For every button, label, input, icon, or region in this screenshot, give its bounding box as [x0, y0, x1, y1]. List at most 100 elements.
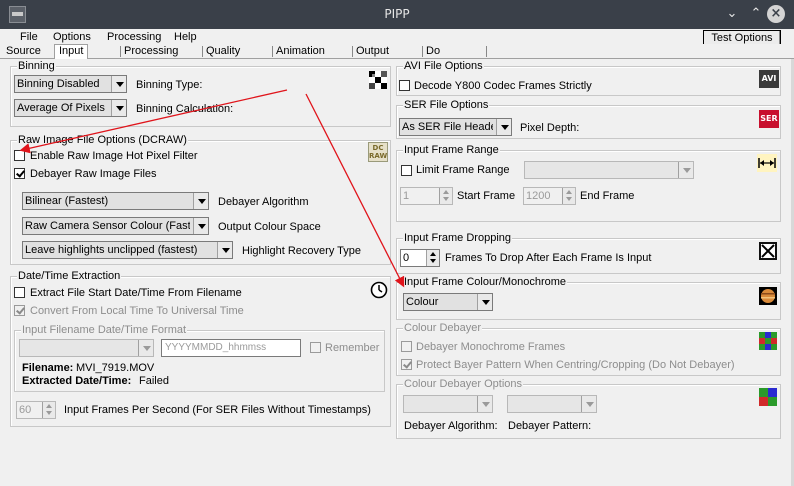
debayer-pattern-select[interactable]	[507, 395, 597, 413]
limit-frame-range-checkbox[interactable]	[401, 165, 412, 176]
remember-label: Remember	[325, 342, 380, 354]
frames-to-drop-label: Frames To Drop After Each Frame Is Input	[445, 252, 652, 264]
debayer-mono-checkbox[interactable]	[401, 341, 412, 352]
frame-range-icon	[757, 154, 777, 172]
frame-dropping-icon	[759, 242, 777, 260]
binning-type-select[interactable]: Binning Disabled	[14, 75, 127, 93]
highlight-recovery-value: Leave highlights unclipped (fastest)	[25, 244, 198, 256]
avi-icon: AVI	[759, 70, 779, 88]
extract-datetime-label: Extract File Start Date/Time From Filena…	[30, 287, 242, 299]
avi-title: AVI File Options	[403, 60, 484, 72]
chevron-down-icon	[217, 242, 232, 258]
chevron-down-icon	[138, 340, 153, 356]
tab-output[interactable]: Output	[351, 45, 389, 57]
filename-format-select[interactable]	[19, 339, 154, 357]
ser-title: SER File Options	[403, 99, 490, 111]
tab-source[interactable]: Source	[6, 45, 41, 57]
title-bar: PIPP ⌄ ⌃ ×	[0, 0, 794, 29]
binning-type-label: Binning Type:	[136, 79, 203, 91]
highlight-recovery-select[interactable]: Leave highlights unclipped (fastest)	[22, 241, 233, 259]
colour-mono-value: Colour	[406, 296, 439, 308]
limit-frame-range-label: Limit Frame Range	[416, 164, 510, 176]
chevron-down-icon	[193, 193, 208, 209]
fps-value: 60	[19, 404, 32, 416]
jupiter-icon	[759, 287, 777, 305]
chevron-down-icon	[111, 76, 126, 92]
raw-debayer-algorithm-label: Debayer Algorithm	[218, 196, 309, 208]
chevron-down-icon	[477, 396, 492, 412]
chevron-down-icon	[678, 162, 693, 178]
colour-mono-select[interactable]: Colour	[403, 293, 493, 311]
filename-value: MVI_7919.MOV	[76, 362, 155, 374]
spinner-arrows-icon[interactable]	[42, 402, 55, 418]
spinner-arrows-icon[interactable]	[562, 188, 575, 204]
convert-utc-label: Convert From Local Time To Universal Tim…	[30, 305, 244, 317]
frame-dropping-title: Input Frame Dropping	[403, 232, 512, 244]
filename-format-input[interactable]: YYYYMMDD_hhmmss	[161, 339, 301, 357]
start-frame-label: Start Frame	[457, 190, 516, 202]
binning-title: Binning	[17, 60, 56, 72]
binning-calc-select[interactable]: Average Of Pixels	[14, 99, 127, 117]
extract-datetime-checkbox[interactable]	[14, 287, 25, 298]
chevron-down-icon	[111, 100, 126, 116]
chevron-down-icon	[193, 218, 208, 234]
extracted-datetime-label: Extracted Date/Time:	[22, 375, 132, 387]
bayer-grid-icon	[759, 332, 777, 350]
extracted-datetime-value: Failed	[139, 375, 169, 387]
tab-animation[interactable]: Animation	[272, 45, 325, 57]
tab-processing[interactable]: Processing	[119, 45, 178, 57]
menu-bar: File Options Processing Help	[0, 29, 794, 44]
ser-header-value: As SER File Header	[402, 121, 493, 133]
binning-calc-label: Binning Calculation:	[136, 103, 234, 115]
menu-processing[interactable]: Processing	[107, 31, 161, 43]
frames-to-drop-spinner[interactable]: 0	[400, 249, 440, 267]
start-frame-spinner[interactable]: 1	[400, 187, 453, 205]
remember-checkbox[interactable]	[310, 342, 321, 353]
hot-pixel-label: Enable Raw Image Hot Pixel Filter	[30, 150, 198, 162]
output-colour-space-select[interactable]: Raw Camera Sensor Colour (Fastest)	[22, 217, 209, 235]
menu-file[interactable]: File	[20, 31, 38, 43]
output-colour-space-label: Output Colour Space	[218, 221, 321, 233]
chevron-down-icon	[477, 294, 492, 310]
close-icon[interactable]: ×	[767, 5, 785, 23]
minimize-icon[interactable]: ⌄	[722, 4, 742, 24]
tab-do[interactable]: Do	[421, 45, 440, 57]
decode-y800-label: Decode Y800 Codec Frames Strictly	[414, 80, 592, 92]
tab-input[interactable]: Input	[54, 44, 89, 60]
tab-quality[interactable]: Quality	[201, 45, 240, 57]
fps-label: Input Frames Per Second (For SER Files W…	[64, 404, 371, 416]
highlight-recovery-label: Highlight Recovery Type	[242, 245, 362, 257]
colour-mono-title: Input Frame Colour/Monochrome	[403, 276, 568, 288]
pixel-depth-label: Pixel Depth:	[520, 122, 580, 134]
debayer-algorithm-select[interactable]	[403, 395, 493, 413]
clock-icon	[370, 281, 388, 299]
filename-label: Filename:	[22, 362, 74, 374]
protect-bayer-label: Protect Bayer Pattern When Centring/Crop…	[416, 359, 735, 371]
hot-pixel-checkbox[interactable]	[14, 150, 25, 161]
raw-debayer-algorithm-value: Bilinear (Fastest)	[25, 195, 109, 207]
binning-calc-value: Average Of Pixels	[17, 102, 105, 114]
rgb-icon	[759, 388, 777, 406]
debayer-mono-label: Debayer Monochrome Frames	[416, 341, 566, 353]
frame-range-title: Input Frame Range	[403, 144, 500, 156]
binning-checker-icon	[369, 71, 387, 89]
raw-debayer-algorithm-select[interactable]: Bilinear (Fastest)	[22, 192, 209, 210]
ser-header-select[interactable]: As SER File Header	[399, 118, 512, 136]
end-frame-spinner[interactable]: 1200	[523, 187, 576, 205]
output-colour-space-value: Raw Camera Sensor Colour (Fastest)	[25, 220, 190, 232]
convert-utc-checkbox[interactable]	[14, 305, 25, 316]
debayer-raw-checkbox[interactable]	[14, 168, 25, 179]
frame-range-select[interactable]	[524, 161, 694, 179]
filename-format-title: Input Filename Date/Time Format	[21, 324, 188, 336]
raw-options-title: Raw Image File Options (DCRAW)	[17, 134, 188, 146]
colour-debayer-title: Colour Debayer	[403, 322, 483, 334]
spinner-arrows-icon[interactable]	[426, 250, 439, 266]
debayer-pattern-label: Debayer Pattern:	[508, 420, 592, 432]
fps-spinner[interactable]: 60	[16, 401, 56, 419]
maximize-icon[interactable]: ⌃	[746, 4, 766, 24]
menu-help[interactable]: Help	[174, 31, 197, 43]
spinner-arrows-icon[interactable]	[439, 188, 452, 204]
menu-options[interactable]: Options	[53, 31, 91, 43]
decode-y800-checkbox[interactable]	[399, 80, 410, 91]
protect-bayer-checkbox[interactable]	[401, 359, 412, 370]
